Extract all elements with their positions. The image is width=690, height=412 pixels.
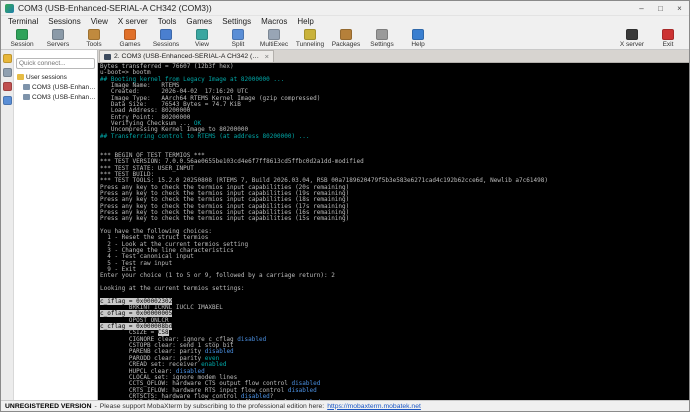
main-area: User sessionsCOM3 (USB-Enhanced-SERIAL-A… [1, 50, 689, 400]
sessions-panel: User sessionsCOM3 (USB-Enhanced-SERIAL-A… [14, 50, 98, 400]
sessions-button[interactable]: Sessions [148, 28, 184, 48]
multi-terminal-icon [268, 29, 280, 40]
terminal-column: 2. COM3 (USB-Enhanced-SERIAL-A CH342 (CO… [98, 50, 689, 400]
quick-connect-input[interactable] [16, 58, 95, 69]
help-icon [412, 29, 424, 40]
terminal-icon [104, 53, 111, 60]
sessions-grid-icon [160, 29, 172, 40]
terminal-output[interactable]: Bytes transferred = 76607 (12b3f hex) u-b… [98, 63, 689, 400]
toolbar: Session Servers Tools Games Sessions View Spli… [1, 27, 689, 50]
tree-item-com3-2[interactable]: COM3 (USB-Enhanced-SERIAL-A CH342 (COM3)… [14, 92, 97, 102]
tab-bar: 2. COM3 (USB-Enhanced-SERIAL-A CH342 (CO… [98, 50, 689, 63]
monitor-plus-icon [16, 29, 28, 40]
menu-item-terminal[interactable]: Terminal [3, 17, 43, 26]
menu-item-sessions[interactable]: Sessions [43, 17, 85, 26]
unregistered-version-label: UNREGISTERED VERSION [5, 402, 92, 410]
split-button[interactable]: Split [220, 28, 256, 48]
multiexec-button[interactable]: MultiExec [256, 28, 292, 48]
status-separator: - [94, 402, 97, 410]
sidebar-tab-strip [1, 50, 14, 400]
toolbar-left-group: Session Servers Tools Games Sessions View Spli… [4, 28, 436, 48]
packages-button[interactable]: Packages [328, 28, 364, 48]
remote-monitor-icon[interactable] [2, 96, 12, 105]
servers-button[interactable]: Servers [40, 28, 76, 48]
app-icon [5, 3, 14, 13]
mobaxterm-window: COM3 (USB-Enhanced-SERIAL-A CH342 (COM3)… [0, 0, 690, 412]
macros-record-icon[interactable] [2, 82, 12, 91]
window-title: COM3 (USB-Enhanced-SERIAL-A CH342 (COM3)… [18, 3, 212, 13]
sessions-tree: User sessionsCOM3 (USB-Enhanced-SERIAL-A… [14, 71, 97, 102]
layout-view-icon [196, 29, 208, 40]
exit-button[interactable]: Exit [650, 28, 686, 48]
toolbox-icon [88, 29, 100, 40]
sessions-star-icon[interactable] [2, 54, 12, 63]
menu-item-games[interactable]: Games [181, 17, 217, 26]
tab-label: 2. COM3 (USB-Enhanced-SERIAL-A CH342 (CO… [114, 53, 261, 60]
minimize-button[interactable]: – [632, 1, 651, 15]
toolbar-right-group: X server Exit [614, 28, 686, 48]
folder-icon [17, 74, 24, 80]
gear-icon [376, 29, 388, 40]
exit-door-icon [662, 29, 674, 40]
quick-connect [14, 50, 97, 71]
tunneling-button[interactable]: Tunneling [292, 28, 328, 48]
games-button[interactable]: Games [112, 28, 148, 48]
menu-bar: Terminal Sessions View X server Tools Games Se… [1, 16, 689, 27]
gamepad-icon [124, 29, 136, 40]
tab-com3[interactable]: 2. COM3 (USB-Enhanced-SERIAL-A CH342 (CO… [99, 50, 274, 62]
window-controls: – □ × [632, 1, 689, 15]
x-server-button[interactable]: X server [614, 28, 650, 48]
tree-item-user-sessions[interactable]: User sessions [14, 72, 97, 82]
tools-button[interactable]: Tools [76, 28, 112, 48]
status-bar: UNREGISTERED VERSION - Please support Mo… [1, 400, 689, 411]
menu-item-x-server[interactable]: X server [113, 17, 153, 26]
server-stack-icon [52, 29, 64, 40]
split-screen-icon [232, 29, 244, 40]
serial-icon [23, 84, 30, 90]
maximize-button[interactable]: □ [651, 1, 670, 15]
tools-wrench-icon[interactable] [2, 68, 12, 77]
mobatek-link[interactable]: https://mobaxterm.mobatek.net [327, 403, 421, 410]
session-button[interactable]: Session [4, 28, 40, 48]
x-server-icon [626, 29, 638, 40]
menu-item-tools[interactable]: Tools [153, 17, 182, 26]
menu-item-settings[interactable]: Settings [217, 17, 256, 26]
view-button[interactable]: View [184, 28, 220, 48]
package-box-icon [340, 29, 352, 40]
settings-button[interactable]: Settings [364, 28, 400, 48]
support-message: Please support MobaXterm by subscribing … [99, 402, 325, 410]
title-bar: COM3 (USB-Enhanced-SERIAL-A CH342 (COM3)… [1, 1, 689, 16]
menu-item-macros[interactable]: Macros [256, 17, 292, 26]
help-button[interactable]: Help [400, 28, 436, 48]
tab-close-icon[interactable]: × [265, 52, 269, 61]
menu-item-help[interactable]: Help [292, 17, 318, 26]
tree-item-com3-1[interactable]: COM3 (USB-Enhanced-SERIAL-A CH342 (COM3)… [14, 82, 97, 92]
close-button[interactable]: × [670, 1, 689, 15]
serial-icon [23, 94, 30, 100]
tunnel-icon [304, 29, 316, 40]
menu-item-view[interactable]: View [86, 17, 113, 26]
